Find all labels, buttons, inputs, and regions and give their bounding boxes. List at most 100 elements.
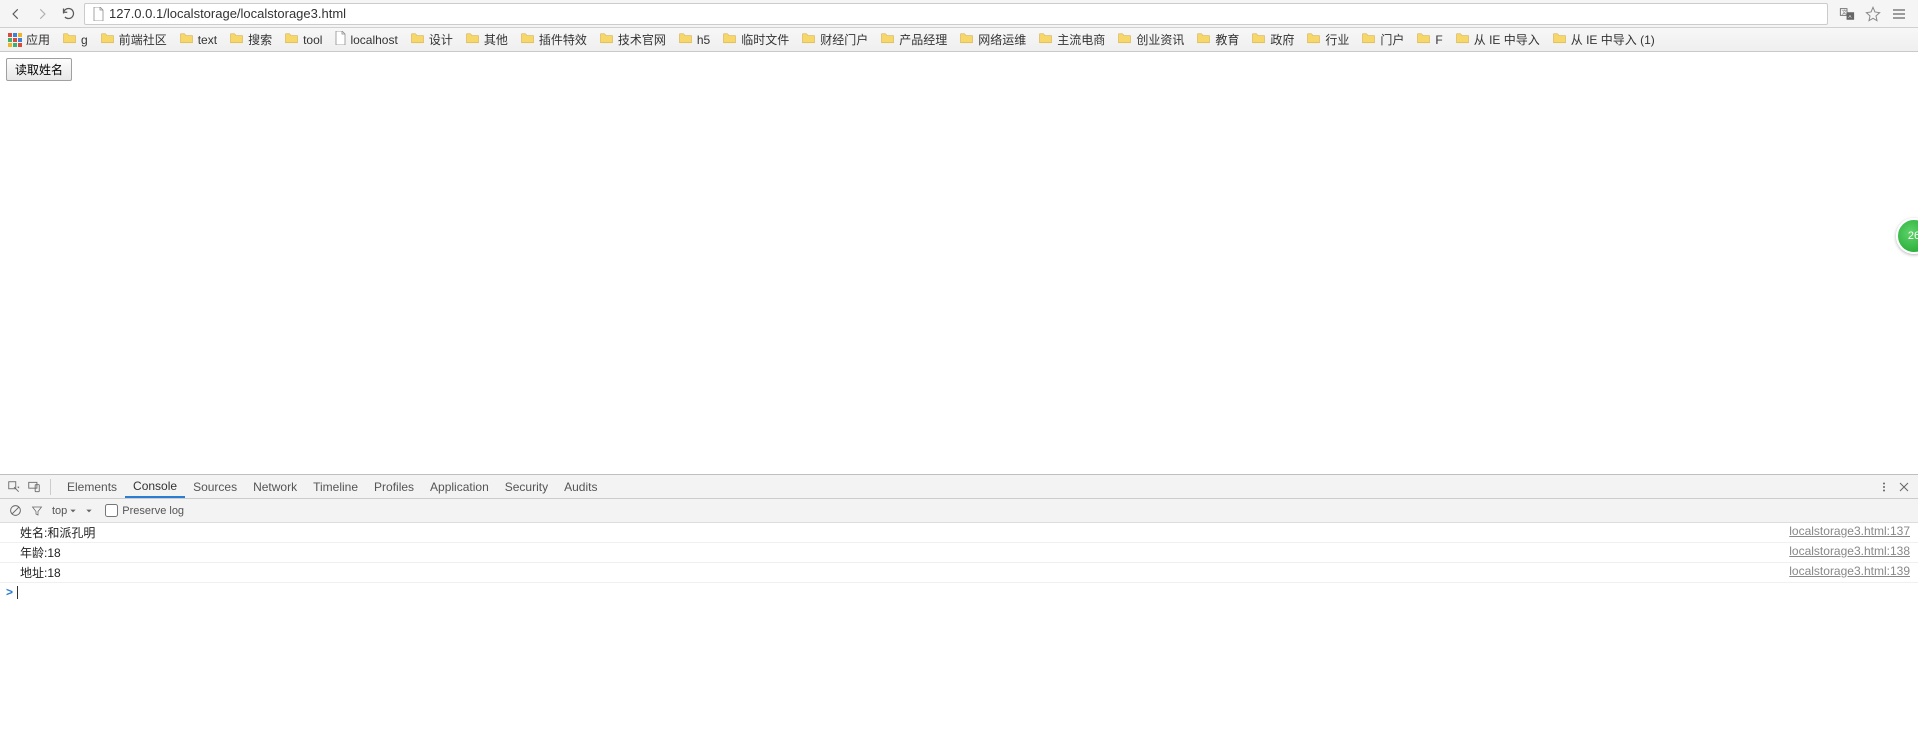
bookmarks-bar: 应用 g 前端社区 text 搜索 tool localhost 设计其他插件特效 技术官网 h… bbox=[0, 28, 1918, 52]
bookmark-item[interactable]: F bbox=[1416, 32, 1442, 47]
bookmark-label: 教育 bbox=[1215, 31, 1239, 48]
inspect-icon[interactable] bbox=[6, 479, 22, 495]
bookmark-item[interactable]: 产品经理 bbox=[880, 31, 947, 48]
devtools-tab-profiles[interactable]: Profiles bbox=[366, 475, 422, 498]
bookmark-item[interactable]: 搜索 bbox=[229, 31, 272, 48]
bookmark-item[interactable]: 网络运维 bbox=[959, 31, 1026, 48]
badge-value: 26 bbox=[1908, 230, 1918, 242]
apps-icon bbox=[8, 33, 22, 47]
devtools-tab-security[interactable]: Security bbox=[497, 475, 556, 498]
preserve-log-checkbox[interactable] bbox=[105, 504, 118, 517]
devtools-tab-network[interactable]: Network bbox=[245, 475, 305, 498]
folder-icon bbox=[62, 32, 77, 47]
log-source-link[interactable]: localstorage3.html:138 bbox=[1789, 544, 1910, 561]
devtools-close-icon[interactable] bbox=[1896, 479, 1912, 495]
log-source-link[interactable]: localstorage3.html:137 bbox=[1789, 524, 1910, 541]
bookmark-item[interactable]: tool bbox=[284, 32, 322, 47]
folder-icon bbox=[722, 32, 737, 47]
devtools-tab-elements[interactable]: Elements bbox=[59, 475, 125, 498]
star-icon[interactable] bbox=[1864, 5, 1882, 23]
bookmark-label: text bbox=[198, 33, 217, 47]
bookmark-item[interactable]: 政府 bbox=[1251, 31, 1294, 48]
bookmark-label: 政府 bbox=[1270, 31, 1294, 48]
devtools-tab-timeline[interactable]: Timeline bbox=[305, 475, 366, 498]
bookmark-item[interactable]: localhost bbox=[334, 31, 397, 48]
devtools-tab-audits[interactable]: Audits bbox=[556, 475, 605, 498]
bookmark-label: 从 IE 中导入 (1) bbox=[1571, 31, 1655, 48]
apps-shortcut[interactable]: 应用 bbox=[8, 31, 50, 48]
bookmark-item[interactable]: 设计 bbox=[410, 31, 453, 48]
clear-console-icon[interactable] bbox=[8, 504, 22, 518]
folder-icon bbox=[465, 32, 480, 47]
devtools: ElementsConsoleSourcesNetworkTimelinePro… bbox=[0, 474, 1918, 738]
prompt-caret bbox=[17, 586, 18, 599]
log-message: 年龄:18 bbox=[20, 544, 61, 561]
bookmark-label: 行业 bbox=[1325, 31, 1349, 48]
bookmark-item[interactable]: 财经门户 bbox=[801, 31, 868, 48]
devtools-tab-application[interactable]: Application bbox=[422, 475, 497, 498]
bookmark-item[interactable]: 主流电商 bbox=[1038, 31, 1105, 48]
log-message: 姓名:和派孔明 bbox=[20, 524, 95, 541]
folder-icon bbox=[1251, 32, 1266, 47]
bookmark-item[interactable]: 创业资讯 bbox=[1117, 31, 1184, 48]
devtools-tab-console[interactable]: Console bbox=[125, 475, 185, 498]
bookmark-item[interactable]: 技术官网 bbox=[599, 31, 666, 48]
preserve-log-control[interactable]: Preserve log bbox=[101, 504, 184, 517]
level-dropdown-icon[interactable] bbox=[85, 507, 93, 515]
bookmark-item[interactable]: 门户 bbox=[1361, 31, 1404, 48]
folder-icon bbox=[229, 32, 244, 47]
bookmark-label: 网络运维 bbox=[978, 31, 1026, 48]
filter-icon[interactable] bbox=[30, 504, 44, 518]
bookmark-label: g bbox=[81, 33, 88, 47]
bookmark-label: 财经门户 bbox=[820, 31, 868, 48]
bookmark-item[interactable]: 临时文件 bbox=[722, 31, 789, 48]
forward-button[interactable] bbox=[32, 4, 52, 24]
bookmark-label: localhost bbox=[350, 33, 397, 47]
folder-icon bbox=[1117, 32, 1132, 47]
preserve-log-label: Preserve log bbox=[122, 505, 184, 517]
bookmark-label: 产品经理 bbox=[899, 31, 947, 48]
context-label: top bbox=[52, 505, 67, 517]
context-selector[interactable]: top bbox=[52, 505, 77, 517]
folder-icon bbox=[1306, 32, 1321, 47]
folder-icon bbox=[880, 32, 895, 47]
bookmark-item[interactable]: 从 IE 中导入 bbox=[1455, 31, 1540, 48]
folder-icon bbox=[520, 32, 535, 47]
folder-icon bbox=[959, 32, 974, 47]
bookmark-item[interactable]: 插件特效 bbox=[520, 31, 587, 48]
back-button[interactable] bbox=[6, 4, 26, 24]
reload-button[interactable] bbox=[58, 4, 78, 24]
folder-icon bbox=[1455, 32, 1470, 47]
bookmark-item[interactable]: 行业 bbox=[1306, 31, 1349, 48]
console-log-row: 年龄:18 localstorage3.html:138 bbox=[0, 543, 1918, 563]
bookmark-label: 搜索 bbox=[248, 31, 272, 48]
menu-icon[interactable] bbox=[1890, 5, 1908, 23]
bookmark-item[interactable]: text bbox=[179, 32, 217, 47]
log-source-link[interactable]: localstorage3.html:139 bbox=[1789, 564, 1910, 581]
console-prompt[interactable]: > bbox=[0, 583, 1918, 601]
bookmark-label: 主流电商 bbox=[1057, 31, 1105, 48]
folder-icon bbox=[1416, 32, 1431, 47]
bookmark-item[interactable]: h5 bbox=[678, 32, 710, 47]
devtools-tab-sources[interactable]: Sources bbox=[185, 475, 245, 498]
console-output: 姓名:和派孔明 localstorage3.html:137 年龄:18 locals… bbox=[0, 523, 1918, 738]
translate-icon[interactable]: 文A bbox=[1838, 5, 1856, 23]
bookmark-label: 设计 bbox=[429, 31, 453, 48]
bookmark-item[interactable]: 从 IE 中导入 (1) bbox=[1552, 31, 1655, 48]
folder-icon bbox=[100, 32, 115, 47]
bookmark-item[interactable]: 教育 bbox=[1196, 31, 1239, 48]
bookmark-label: 门户 bbox=[1380, 31, 1404, 48]
devtools-more-icon[interactable] bbox=[1876, 479, 1892, 495]
bookmark-label: 技术官网 bbox=[618, 31, 666, 48]
bookmark-label: h5 bbox=[697, 33, 710, 47]
device-icon[interactable] bbox=[26, 479, 42, 495]
bookmark-item[interactable]: 其他 bbox=[465, 31, 508, 48]
prompt-chevron-icon: > bbox=[6, 585, 13, 599]
bookmark-item[interactable]: g bbox=[62, 32, 88, 47]
bookmark-item[interactable]: 前端社区 bbox=[100, 31, 167, 48]
read-name-button[interactable]: 读取姓名 bbox=[6, 58, 72, 81]
omnibox[interactable]: 127.0.0.1/localstorage/localstorage3.htm… bbox=[84, 3, 1828, 25]
browser-toolbar: 127.0.0.1/localstorage/localstorage3.htm… bbox=[0, 0, 1918, 28]
console-subbar: top Preserve log bbox=[0, 499, 1918, 523]
folder-icon bbox=[1196, 32, 1211, 47]
